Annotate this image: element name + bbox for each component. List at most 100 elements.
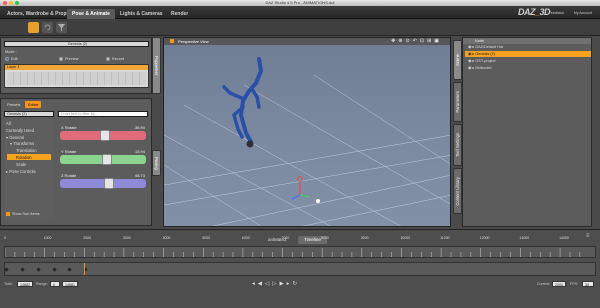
close-window-icon[interactable] — [3, 1, 7, 5]
minimize-window-icon[interactable] — [9, 1, 13, 5]
total-label: Total: — [4, 282, 13, 286]
tab-pose-animate[interactable]: Pose & Animate — [67, 9, 115, 19]
ruler-tick-label: 1000 — [43, 236, 52, 240]
ruler-tick-label: 0 — [4, 236, 6, 240]
playhead[interactable] — [84, 263, 86, 275]
z-rotate-value[interactable]: 98.73 — [135, 173, 145, 178]
window-title: DAZ Studio 4.5 Pro - ANIMATIONS.duf — [265, 0, 335, 5]
tab-actors-wardrobe-props[interactable]: Actors, Wardrobe & Props — [2, 9, 74, 19]
rotate-tool-icon[interactable] — [42, 22, 53, 33]
viewport-header: Perspective View ✥⊕⊙↶⊡⊞▣ — [164, 38, 450, 45]
ruler-tick-label: 5000 — [202, 236, 211, 240]
filter-icon[interactable] — [56, 22, 67, 33]
x-rotate-value[interactable]: -36.90 — [134, 125, 145, 130]
parameter-tree: All Currently Used ▾ General ▾ Transform… — [4, 119, 54, 219]
keyframe-marker[interactable] — [67, 267, 73, 272]
fps-field[interactable]: 30 — [582, 281, 594, 287]
puppeteer-layer-area[interactable]: Layer 1 — [4, 64, 149, 88]
layer-row[interactable]: Layer 1 — [5, 65, 148, 70]
keyframe-marker[interactable] — [20, 267, 25, 272]
side-tab-tool-settings[interactable]: Tool Settings — [453, 124, 462, 166]
range-end-field[interactable]: 14881 — [62, 281, 78, 287]
timeline-ruler[interactable] — [4, 246, 596, 258]
tree-item-transforms[interactable]: ▾ Transforms — [10, 141, 34, 146]
fps-label: FPS: — [570, 282, 578, 286]
timeline-panel: aniMate2 Timeline ≡ 0 1000 2000 3000 4000 500… — [0, 229, 600, 308]
ruler-labels: 0 1000 2000 3000 4000 5000 6000 7000 8000 9000 100… — [4, 234, 596, 244]
playback-controls[interactable]: ◂◀◁▷▶▸↻ — [252, 281, 300, 287]
range-label: Range: — [36, 282, 48, 286]
parameters-node-select[interactable]: Genesis (2) — [4, 111, 54, 117]
mode-preview-radio[interactable]: Preview — [59, 57, 79, 61]
ruler-tick-label: 12000 — [479, 236, 490, 240]
room-tabs-bar: Actors, Wardrobe & Props Pose & Animate … — [0, 6, 600, 19]
current-frame-field[interactable]: 2000 — [552, 281, 566, 287]
ruler-tick-label: 8000 — [321, 236, 329, 240]
tab-lights-cameras[interactable]: Lights & Cameras — [115, 9, 168, 19]
parameter-filter-input[interactable]: Enter text to filter by... — [58, 111, 148, 117]
y-rotate-parameter: Y Rotate 15.94 — [58, 149, 148, 171]
ruler-tick-label: 3000 — [122, 236, 131, 240]
scene-item-genesis[interactable]: ◉ ▸ Genesis (2) — [465, 51, 591, 57]
tree-item-general[interactable]: ▾ General — [6, 135, 24, 140]
tree-item-translation[interactable]: Translation — [16, 148, 37, 153]
side-tab-parameters[interactable]: Parameters — [453, 82, 462, 122]
side-tab-puppeteer[interactable]: Puppeteer — [152, 37, 161, 94]
side-tab-scene[interactable]: Scene — [453, 40, 462, 80]
z-rotate-slider-knob[interactable] — [104, 178, 115, 189]
scene-item-motionart[interactable]: ◉ ▸ MotionArt — [465, 65, 591, 71]
tree-item-rotation[interactable]: Rotation — [16, 155, 32, 160]
ruler-ticks — [5, 248, 581, 257]
scene-item-default-hat[interactable]: ◉ ▸ DAZ/Default Hat — [465, 44, 591, 50]
ruler-tick-label: 4000 — [162, 236, 171, 240]
keyframe-marker[interactable] — [51, 267, 57, 272]
my-account-link[interactable]: My Account — [574, 11, 592, 15]
tree-item-currently-used[interactable]: Currently Used — [6, 128, 34, 133]
camera-select[interactable]: Perspective View — [178, 39, 209, 44]
tree-item-scale[interactable]: Scale — [16, 162, 26, 167]
ruler-tick-label: 6000 — [241, 236, 250, 240]
side-tab-posing[interactable]: Posing — [152, 150, 161, 176]
posing-panel: Presets Editor Genesis (2) Enter text to… — [0, 98, 152, 226]
z-rotate-label: Z Rotate — [61, 173, 77, 178]
puppeteer-grid[interactable] — [7, 72, 146, 85]
y-rotate-slider-knob[interactable] — [101, 154, 112, 165]
daz3d-logo: DAZ_3D — [517, 7, 551, 17]
show-sub-items-checkbox[interactable]: Show Sub Items — [6, 212, 40, 216]
universal-tool-icon[interactable] — [28, 22, 39, 33]
keyframe-marker[interactable] — [4, 267, 9, 272]
tab-render[interactable]: Render — [166, 9, 193, 19]
puppeteer-node-select[interactable]: Genesis (2) — [4, 41, 149, 47]
ruler-tick-label: 2000 — [83, 236, 92, 240]
viewport-menu-icon[interactable] — [170, 39, 174, 43]
feedback-link[interactable]: Feedback — [549, 11, 564, 15]
ruler-tick-label: 9000 — [360, 236, 369, 240]
z-rotate-slider-track[interactable] — [60, 179, 146, 188]
ground-grid — [164, 74, 450, 226]
x-rotate-slider-knob[interactable] — [100, 130, 111, 141]
zoom-window-icon[interactable] — [15, 1, 19, 5]
mode-record-radio[interactable]: Record — [106, 57, 124, 61]
tree-item-all[interactable]: All — [6, 121, 11, 126]
tab-presets[interactable]: Presets — [4, 101, 24, 108]
genesis-figure[interactable] — [222, 57, 264, 148]
x-rotate-parameter: X Rotate -36.90 — [58, 125, 148, 147]
z-rotate-parameter: Z Rotate 98.73 — [58, 173, 148, 195]
y-rotate-value[interactable]: 15.94 — [135, 149, 145, 154]
camera-controls[interactable]: ✥⊕⊙↶⊡⊞▣ — [391, 38, 442, 44]
keyframes — [4, 266, 595, 274]
tab-editor[interactable]: Editor — [25, 101, 42, 108]
mode-edit-radio[interactable]: Edit — [5, 57, 18, 61]
total-frames-field[interactable]: 14882 — [17, 281, 33, 287]
ruler-tick-label: 14000 — [559, 236, 569, 240]
keyframe-marker[interactable] — [36, 267, 41, 272]
ruler-tick-label: 7000 — [281, 236, 290, 240]
keyframe-track[interactable] — [4, 262, 596, 276]
3d-viewport[interactable]: Perspective View ✥⊕⊙↶⊡⊞▣ — [163, 37, 451, 227]
mode-label: Mode : — [5, 50, 17, 54]
range-start-field[interactable]: 0 — [50, 281, 60, 287]
tree-item-pose-controls[interactable]: ▸ Pose Controls — [6, 169, 36, 174]
side-tab-content-library[interactable]: Content Library — [453, 168, 462, 214]
puppeteer-panel: Genesis (2) Mode : Edit Preview Record L… — [0, 37, 152, 94]
scene-item-gst-project[interactable]: ◉ ▸ GST-project — [465, 58, 591, 64]
